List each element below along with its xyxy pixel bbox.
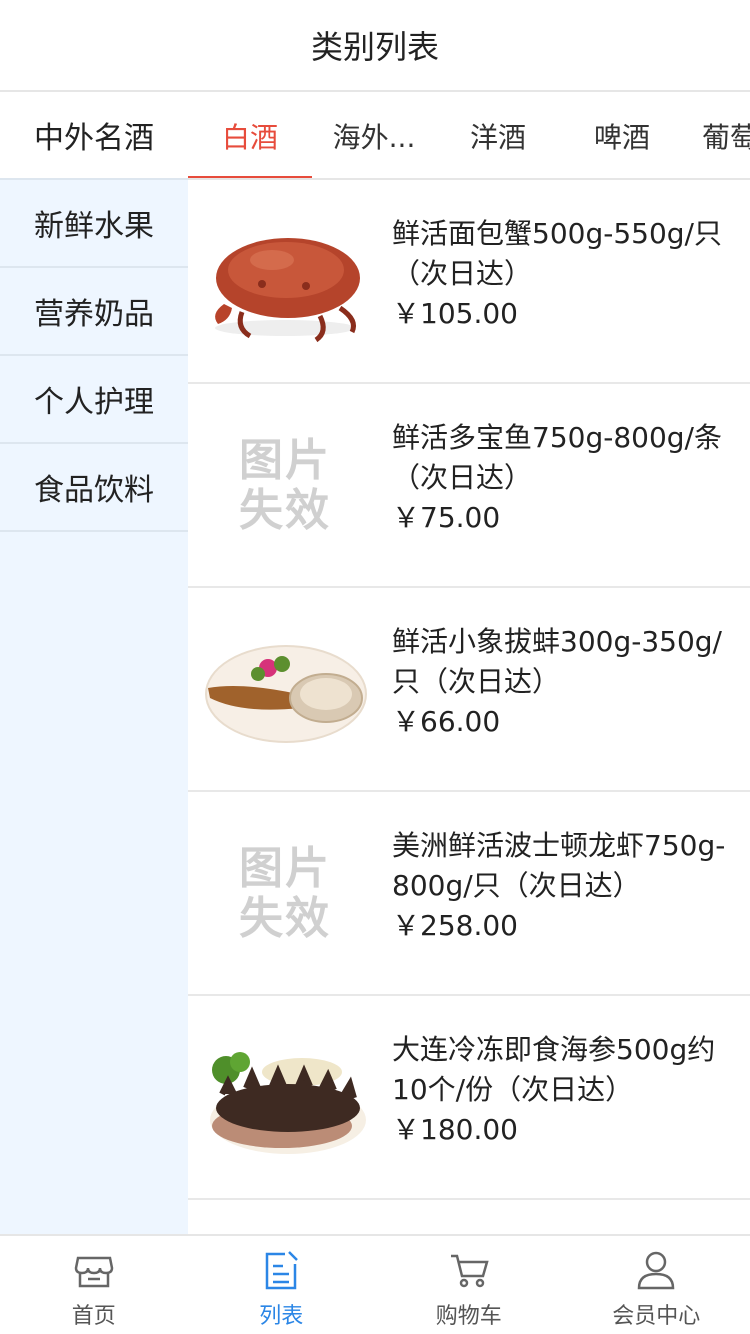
store-icon <box>74 1256 114 1288</box>
sidebar-item-fruit[interactable]: 新鲜水果 <box>0 180 188 268</box>
product-image[interactable] <box>202 216 368 348</box>
header: 类别列表 <box>0 0 750 92</box>
nav-home[interactable]: 首页 <box>0 1236 188 1334</box>
product-image[interactable]: 图片失效 <box>202 828 368 960</box>
list-item[interactable]: 鲜活小象拔蚌300g-350g/只（次日达） ￥66.00 <box>188 588 750 792</box>
product-image[interactable] <box>202 624 368 756</box>
product-list: 鲜活面包蟹500g-550g/只（次日达） ￥105.00 图片失效 鲜活多宝鱼… <box>188 180 750 1234</box>
cart-icon <box>450 1254 489 1288</box>
product-name: 鲜活小象拔蚌300g-350g/只（次日达） <box>392 625 722 698</box>
sidebar-item-food-drink[interactable]: 食品饮料 <box>0 444 188 532</box>
product-name: 鲜活多宝鱼750g-800g/条（次日达） <box>392 421 722 494</box>
subcategory-tabs: 白酒 海外... 洋酒 啤酒 葡萄 <box>188 92 750 180</box>
product-price: ￥75.00 <box>392 501 501 534</box>
product-name: 鲜活面包蟹500g-550g/只（次日达） <box>392 217 722 290</box>
list-item[interactable]: 大连冷冻即食海参500g约10个/份（次日达） ￥180.00 <box>188 996 750 1200</box>
product-price: ￥258.00 <box>392 909 518 942</box>
product-name: 美洲鲜活波士顿龙虾750g-800g/只（次日达） <box>392 829 726 902</box>
nav-member-center[interactable]: 会员中心 <box>563 1236 750 1334</box>
product-price: ￥105.00 <box>392 297 518 330</box>
product-image[interactable]: 图片失效 <box>202 420 368 552</box>
product-info: 鲜活面包蟹500g-550g/只（次日达） ￥105.00 <box>392 214 742 334</box>
tab-beer[interactable]: 啤酒 <box>560 92 684 178</box>
crab-image <box>215 238 360 343</box>
product-info: 大连冷冻即食海参500g约10个/份（次日达） ￥180.00 <box>392 1030 742 1150</box>
nav-cart-label: 购物车 <box>435 1304 502 1329</box>
sidebar-item-personal-care[interactable]: 个人护理 <box>0 356 188 444</box>
bottom-nav: 首页 列表 购物车 会员中心 <box>0 1234 750 1334</box>
product-price: ￥180.00 <box>392 1113 518 1146</box>
nav-list-label: 列表 <box>259 1304 304 1329</box>
tab-foreign-liquor[interactable]: 洋酒 <box>436 92 560 178</box>
list-item[interactable]: 图片失效 美洲鲜活波士顿龙虾750g-800g/只（次日达） ￥258.00 <box>188 792 750 996</box>
user-icon <box>637 1251 675 1290</box>
nav-list[interactable]: 列表 <box>188 1236 376 1334</box>
list-item[interactable]: 图片失效 鲜活多宝鱼750g-800g/条（次日达） ￥75.00 <box>188 384 750 588</box>
list-icon <box>266 1251 299 1290</box>
tab-overseas[interactable]: 海外... <box>312 92 436 178</box>
product-name: 大连冷冻即食海参500g约10个/份（次日达） <box>392 1033 716 1106</box>
nav-member-center-label: 会员中心 <box>612 1304 701 1329</box>
product-info: 鲜活多宝鱼750g-800g/条（次日达） ￥75.00 <box>392 418 742 538</box>
image-unavailable-placeholder: 图片失效 <box>239 843 331 944</box>
geoduck-image <box>205 645 367 743</box>
nav-home-label: 首页 <box>71 1304 116 1329</box>
page-title: 类别列表 <box>310 28 439 66</box>
category-sidebar: 中外名酒 新鲜水果 营养奶品 个人护理 食品饮料 <box>0 92 188 1234</box>
list-item[interactable]: 鲜活面包蟹500g-550g/只（次日达） ￥105.00 <box>188 180 750 384</box>
image-unavailable-placeholder: 图片失效 <box>239 435 331 536</box>
product-image[interactable] <box>202 1032 368 1164</box>
nav-cart[interactable]: 购物车 <box>375 1236 563 1334</box>
product-price: ￥66.00 <box>392 705 501 738</box>
tab-grape-wine[interactable]: 葡萄 <box>684 92 750 178</box>
tab-baijiu[interactable]: 白酒 <box>188 92 312 178</box>
product-info: 美洲鲜活波士顿龙虾750g-800g/只（次日达） ￥258.00 <box>392 826 742 946</box>
sidebar-item-dairy[interactable]: 营养奶品 <box>0 268 188 356</box>
sidebar-item-wine[interactable]: 中外名酒 <box>0 92 188 180</box>
sea-cucumber-image <box>210 1052 366 1154</box>
product-info: 鲜活小象拔蚌300g-350g/只（次日达） ￥66.00 <box>392 622 742 742</box>
